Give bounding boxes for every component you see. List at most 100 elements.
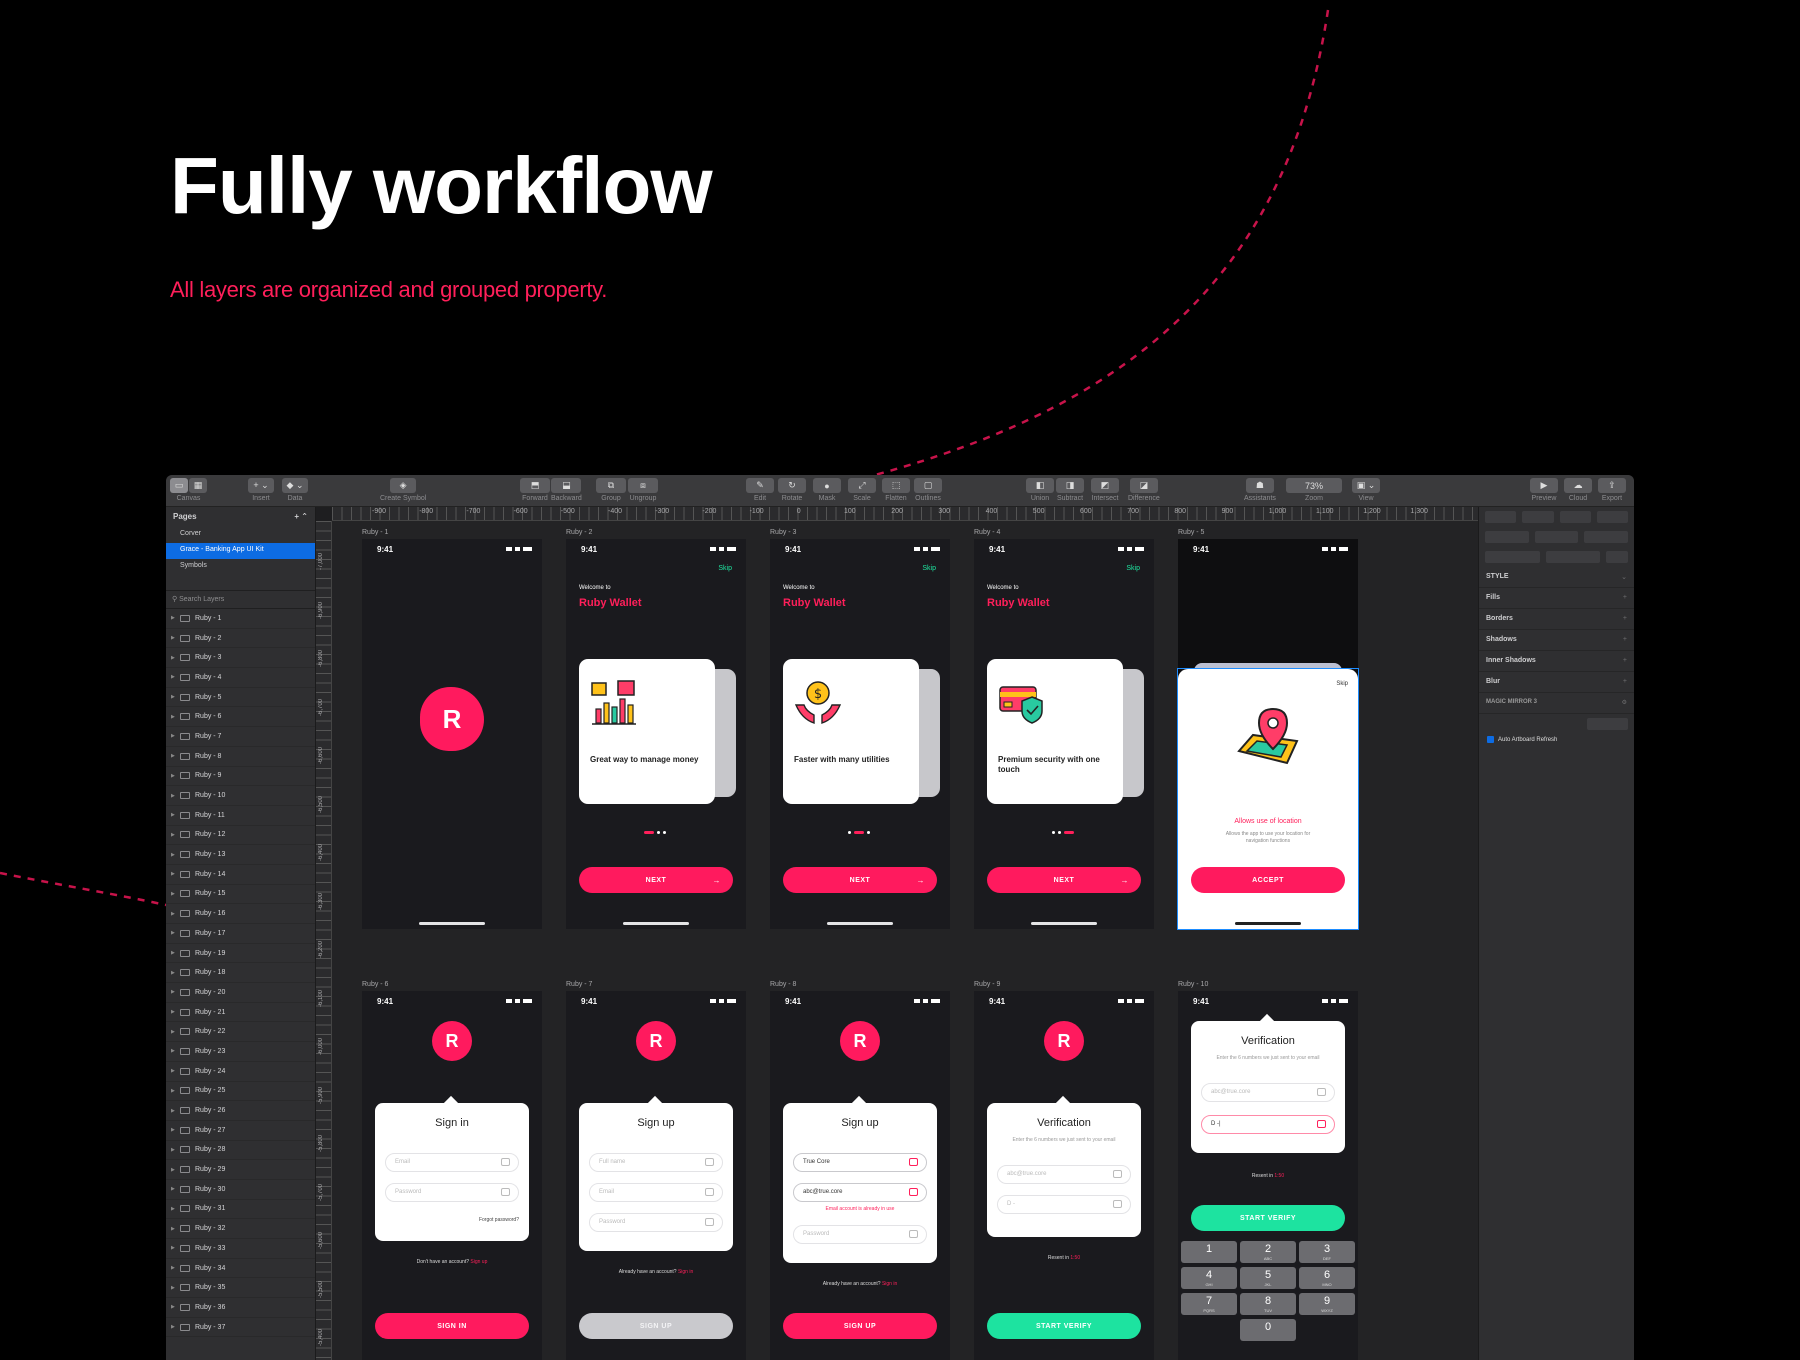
disclosure-triangle-icon[interactable]: ▶ [171, 1206, 178, 1212]
skip-link[interactable]: Skip [718, 565, 732, 572]
disclosure-triangle-icon[interactable]: ▶ [171, 714, 178, 720]
artboard-label[interactable]: Ruby - 1 [362, 529, 388, 536]
artboard-ruby-10[interactable]: 9:41 Verification Enter the 6 numbers we… [1178, 991, 1358, 1360]
email-field[interactable]: abc@true.core [1201, 1083, 1335, 1102]
auto-refresh-checkbox[interactable]: Auto Artboard Refresh [1479, 734, 1634, 745]
artboard-ruby-3[interactable]: 9:41 Skip Welcome to Ruby Wallet $ Faste… [770, 539, 950, 929]
forgot-password-link[interactable]: Forgot password? [479, 1217, 519, 1223]
disclosure-triangle-icon[interactable]: ▶ [171, 1265, 178, 1271]
disclosure-triangle-icon[interactable]: ▶ [171, 674, 178, 680]
email-field[interactable]: abc@true.core [997, 1165, 1131, 1184]
inner-shadows-section[interactable]: Inner Shadows + [1479, 651, 1634, 672]
layer-row[interactable]: ▶ Ruby - 17 [166, 924, 315, 944]
artboard-label[interactable]: Ruby - 3 [770, 529, 796, 536]
layer-row[interactable]: ▶ Ruby - 13 [166, 845, 315, 865]
zoom-control[interactable]: 73% Zoom [1286, 478, 1342, 502]
canvas[interactable]: Ruby - 1 9:41 R Ruby - 2 9:41 Skip Welco… [332, 521, 1478, 1360]
sign-in-button[interactable]: SIGN IN [375, 1313, 529, 1339]
layer-row[interactable]: ▶ Ruby - 1 [166, 609, 315, 629]
disclosure-triangle-icon[interactable]: ▶ [171, 812, 178, 818]
page-item-selected[interactable]: Grace - Banking App UI Kit [166, 543, 315, 559]
add-blur-icon[interactable]: + [1623, 678, 1627, 686]
rotate-button[interactable]: ↻ Rotate [778, 478, 806, 502]
search-layers-input[interactable]: ⚲ Search Layers [166, 591, 315, 609]
blur-section[interactable]: Blur + [1479, 672, 1634, 693]
disclosure-triangle-icon[interactable]: ▶ [171, 1167, 178, 1173]
disclosure-triangle-icon[interactable]: ▶ [171, 1147, 178, 1153]
disclosure-triangle-icon[interactable]: ▶ [171, 950, 178, 956]
view-button[interactable]: ▣ ⌄ View [1352, 478, 1380, 502]
sign-up-link[interactable]: Sign up [470, 1259, 487, 1265]
code-field-active[interactable]: D -| [1201, 1115, 1335, 1134]
artboard-ruby-2[interactable]: 9:41 Skip Welcome to Ruby Wallet Great w… [566, 539, 746, 929]
mask-button[interactable]: ● Mask [813, 478, 841, 502]
keypad-key[interactable]: 2 ABC [1240, 1241, 1296, 1263]
sign-up-button[interactable]: SIGN UP [783, 1313, 937, 1339]
style-section[interactable]: STYLE ⌄ [1479, 567, 1634, 588]
add-shadow-icon[interactable]: + [1623, 636, 1627, 644]
disclosure-triangle-icon[interactable]: ▶ [171, 753, 178, 759]
page-item[interactable]: Corver [166, 527, 315, 543]
disclosure-triangle-icon[interactable]: ▶ [171, 655, 178, 661]
password-field[interactable]: Password [793, 1225, 927, 1244]
sign-in-link[interactable]: Sign in [882, 1281, 897, 1287]
layer-row[interactable]: ▶ Ruby - 10 [166, 786, 315, 806]
layer-row[interactable]: ▶ Ruby - 26 [166, 1101, 315, 1121]
keypad-key[interactable]: 4 GHI [1181, 1267, 1237, 1289]
artboard-ruby-7[interactable]: 9:41 R Sign up Full name Email Password … [566, 991, 746, 1360]
full-name-field[interactable]: True Core [793, 1153, 927, 1172]
start-verify-button[interactable]: START VERIFY [1191, 1205, 1345, 1231]
layer-row[interactable]: ▶ Ruby - 22 [166, 1022, 315, 1043]
layer-row[interactable]: ▶ Ruby - 24 [166, 1062, 315, 1082]
next-button[interactable]: NEXT → [579, 867, 733, 893]
artboard-label[interactable]: Ruby - 4 [974, 529, 1000, 536]
email-field[interactable]: Email [385, 1153, 519, 1172]
add-inner-shadow-icon[interactable]: + [1623, 657, 1627, 665]
layer-row[interactable]: ▶ Ruby - 33 [166, 1239, 315, 1259]
layer-row[interactable]: ▶ Ruby - 15 [166, 885, 315, 905]
layer-row[interactable]: ▶ Ruby - 5 [166, 688, 315, 708]
code-field[interactable]: D - [997, 1195, 1131, 1214]
create-symbol-button[interactable]: ◈ Create Symbol [380, 478, 426, 502]
outlines-button[interactable]: ▢ Outlines [914, 478, 942, 502]
email-field[interactable]: abc@true.core [793, 1183, 927, 1202]
artboard-ruby-6[interactable]: 9:41 R Sign in Email Password Forgot pas… [362, 991, 542, 1360]
disclosure-triangle-icon[interactable]: ▶ [171, 1324, 178, 1330]
disclosure-triangle-icon[interactable]: ▶ [171, 871, 178, 877]
add-fill-icon[interactable]: + [1623, 594, 1627, 602]
keypad-key[interactable]: 1 [1181, 1241, 1237, 1263]
add-page-icon[interactable]: + ⌃ [294, 512, 308, 522]
layer-row[interactable]: ▶ Ruby - 36 [166, 1298, 315, 1318]
next-button[interactable]: NEXT → [783, 867, 937, 893]
artboard-label[interactable]: Ruby - 7 [566, 981, 592, 988]
layer-row[interactable]: ▶ Ruby - 3 [166, 648, 315, 669]
disclosure-triangle-icon[interactable]: ▶ [171, 891, 178, 897]
keypad-key[interactable]: 7 PQRS [1181, 1293, 1237, 1315]
skip-link[interactable]: Skip [1126, 565, 1140, 572]
layer-row[interactable]: ▶ Ruby - 6 [166, 707, 315, 728]
keypad-key[interactable]: 0 [1240, 1319, 1296, 1341]
ungroup-button[interactable]: ⧈ Ungroup [628, 478, 658, 502]
password-field[interactable]: Password [385, 1183, 519, 1202]
layer-row[interactable]: ▶ Ruby - 31 [166, 1200, 315, 1220]
export-button[interactable]: ⇪ Export [1598, 478, 1626, 502]
layer-row[interactable]: ▶ Ruby - 30 [166, 1180, 315, 1200]
forward-button[interactable]: ⬒ Forward [520, 478, 550, 502]
union-button[interactable]: ◧ Union [1026, 478, 1054, 502]
disclosure-triangle-icon[interactable]: ▶ [171, 1285, 178, 1291]
position-row[interactable] [1479, 527, 1634, 547]
size-row[interactable] [1479, 547, 1634, 567]
layer-row[interactable]: ▶ Ruby - 14 [166, 865, 315, 885]
layer-row[interactable]: ▶ Ruby - 12 [166, 826, 315, 846]
artboard-label[interactable]: Ruby - 10 [1178, 981, 1208, 988]
disclosure-triangle-icon[interactable]: ▶ [171, 1304, 178, 1310]
layer-row[interactable]: ▶ Ruby - 20 [166, 983, 315, 1003]
keypad-key[interactable]: 8 TUV [1240, 1293, 1296, 1315]
layer-row[interactable]: ▶ Ruby - 23 [166, 1042, 315, 1062]
disclosure-triangle-icon[interactable]: ▶ [171, 1226, 178, 1232]
artboard-label[interactable]: Ruby - 6 [362, 981, 388, 988]
layer-row[interactable]: ▶ Ruby - 16 [166, 904, 315, 924]
layer-row[interactable]: ▶ Ruby - 28 [166, 1141, 315, 1161]
layer-row[interactable]: ▶ Ruby - 8 [166, 747, 315, 767]
canvas-button[interactable]: ▭ ▦ Canvas [170, 478, 207, 502]
